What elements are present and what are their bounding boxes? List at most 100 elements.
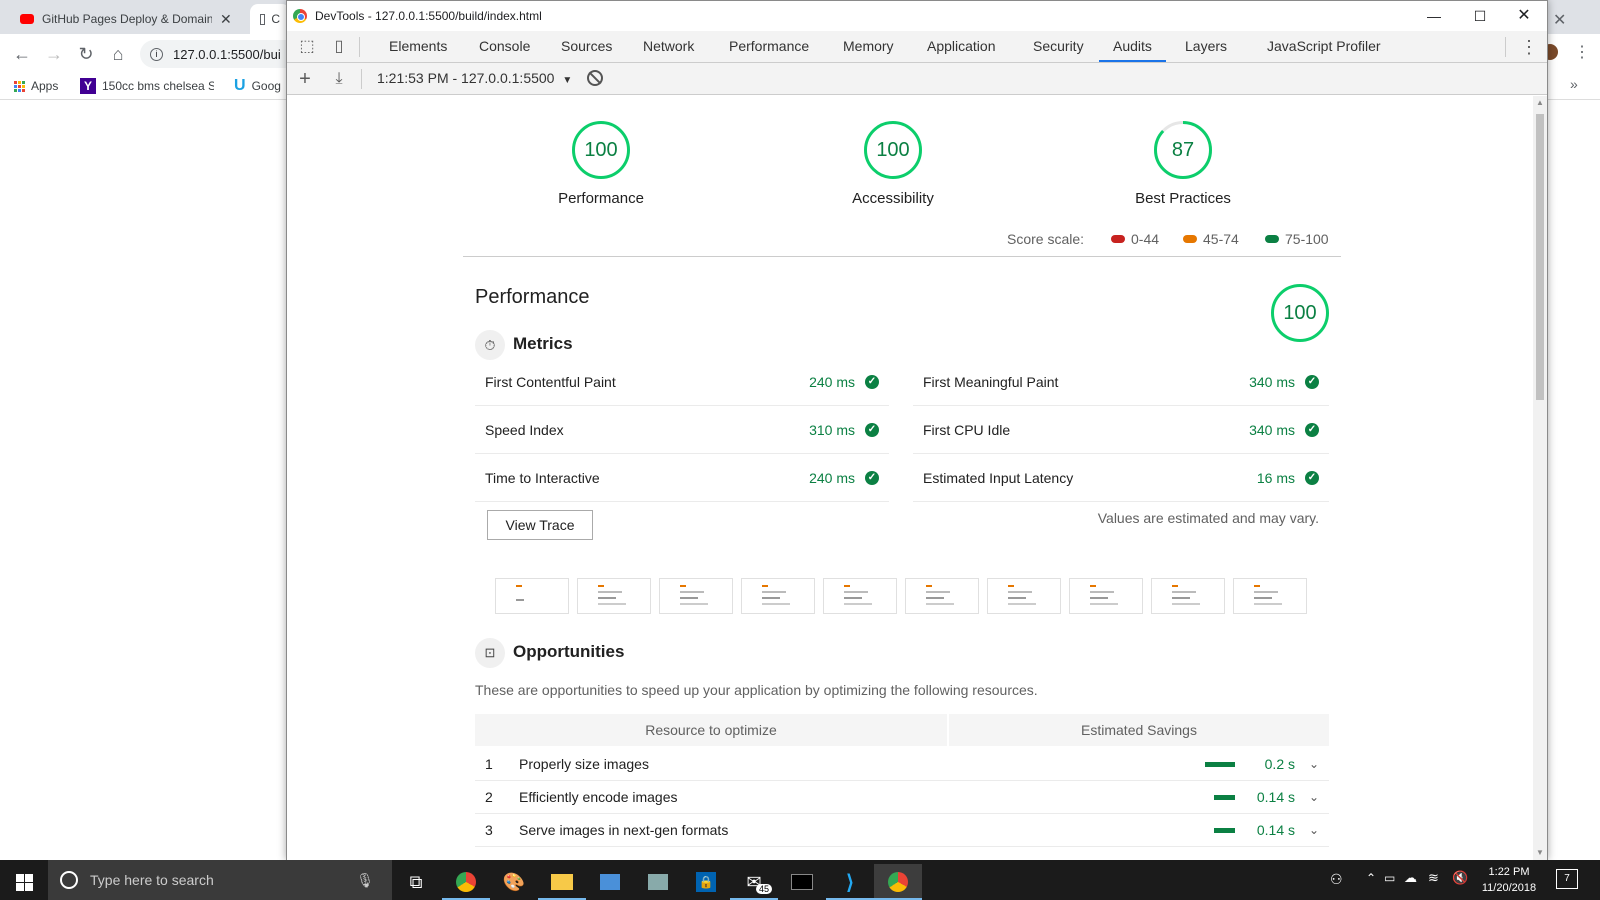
chrome-devtools-taskbar-icon[interactable]	[874, 864, 922, 900]
home-icon[interactable]: ⌂	[106, 42, 130, 66]
battery-icon[interactable]: ▭	[1384, 871, 1395, 885]
estimate-note: Values are estimated and may vary.	[1097, 510, 1319, 526]
inspect-element-icon[interactable]: ⬚	[295, 35, 319, 59]
people-icon[interactable]: ⚇	[1330, 871, 1343, 888]
close-icon[interactable]: ✕	[220, 11, 232, 28]
reload-icon[interactable]: ↻	[74, 42, 98, 66]
metric-name: First Contentful Paint	[485, 373, 616, 390]
vscode-taskbar-icon[interactable]: ⟩	[826, 864, 874, 900]
tab-network[interactable]: Network	[641, 31, 696, 62]
opportunity-name: Serve images in next-gen formats	[519, 822, 729, 838]
tab-javascript-profiler[interactable]: JavaScript Profiler	[1265, 31, 1383, 62]
file-explorer-icon[interactable]	[538, 864, 586, 900]
back-icon[interactable]: ←	[10, 42, 34, 66]
opportunity-row[interactable]: 2 Efficiently encode images 0.14 s ⌄	[475, 781, 1329, 814]
volume-muted-icon[interactable]: 🔇	[1452, 870, 1468, 886]
terminal-taskbar-icon[interactable]	[778, 864, 826, 900]
audits-toolbar: + ⤓ 1:21:53 PM - 127.0.0.1:5500 ▼	[287, 63, 1547, 95]
filmstrip-frame	[1151, 578, 1225, 614]
mail-badge: 45	[755, 884, 772, 894]
scroll-down-icon[interactable]: ▼	[1536, 848, 1544, 857]
close-window-icon[interactable]: ✕	[1501, 1, 1547, 31]
task-view-icon[interactable]: ⧉	[392, 864, 440, 900]
search-placeholder: Type here to search	[90, 872, 214, 888]
photos-taskbar-icon[interactable]	[634, 864, 682, 900]
address-bar[interactable]: i 127.0.0.1:5500/bui	[140, 40, 300, 68]
tab-memory[interactable]: Memory	[841, 31, 896, 62]
filmstrip-frame	[987, 578, 1061, 614]
best-practices-gauge[interactable]: 87	[1154, 121, 1212, 179]
download-icon[interactable]: ⤓	[327, 67, 351, 91]
opportunity-name: Efficiently encode images	[519, 789, 678, 805]
clock[interactable]: 1:22 PM 11/20/2018	[1474, 864, 1544, 896]
chrome-taskbar-icon[interactable]	[442, 864, 490, 900]
fail-dot-icon	[1111, 235, 1125, 243]
opportunity-row[interactable]: 3 Serve images in next-gen formats 0.14 s ⌄	[475, 814, 1329, 847]
devtools-titlebar: DevTools - 127.0.0.1:5500/build/index.ht…	[287, 1, 1547, 31]
tab-security[interactable]: Security	[1031, 31, 1086, 62]
clear-icon[interactable]	[587, 70, 603, 86]
tab-sources[interactable]: Sources	[559, 31, 614, 62]
scroll-up-icon[interactable]: ▲	[1536, 98, 1544, 107]
notification-center-icon[interactable]: 7	[1556, 869, 1578, 889]
mail-taskbar-icon[interactable]: ✉ 45	[730, 864, 778, 900]
tab-performance[interactable]: Performance	[727, 31, 811, 62]
store-lock-icon[interactable]: 🔒	[682, 864, 730, 900]
bookmarks-overflow[interactable]: »	[1570, 76, 1578, 92]
stopwatch-icon: ⏱	[475, 330, 505, 360]
chevron-down-icon[interactable]: ⌄	[1309, 790, 1319, 804]
windows-start-icon[interactable]	[0, 864, 48, 900]
tab-elements[interactable]: Elements	[387, 31, 449, 62]
section-title: Performance	[475, 286, 590, 308]
opportunity-number: 1	[485, 756, 493, 772]
maximize-icon[interactable]: ☐	[1457, 1, 1503, 31]
metric-row: First Contentful Paint 240 ms ✓	[475, 358, 889, 406]
gauge-value: 100	[876, 138, 910, 161]
metric-name: Estimated Input Latency	[923, 469, 1074, 486]
app-taskbar-icon[interactable]	[586, 864, 634, 900]
tab-layers[interactable]: Layers	[1183, 31, 1229, 62]
toolbar-divider	[1505, 37, 1506, 57]
metric-row: Time to Interactive 240 ms ✓	[475, 454, 889, 502]
bookmark-google[interactable]: U Goog	[234, 76, 281, 96]
bookmark-yahoo[interactable]: Y 150cc bms chelsea Sc	[80, 76, 214, 96]
chevron-down-icon[interactable]: ⌄	[1309, 823, 1319, 837]
gauge-label: Best Practices	[1135, 190, 1231, 207]
add-audit-icon[interactable]: +	[293, 67, 317, 91]
metric-name: Speed Index	[485, 421, 564, 438]
tab-audits[interactable]: Audits	[1099, 31, 1166, 62]
report-scrollbar[interactable]: ▲ ▼	[1533, 96, 1547, 860]
tab-application[interactable]: Application	[925, 31, 998, 62]
microphone-icon[interactable]: 🎙	[356, 872, 374, 889]
filmstrip-frame	[823, 578, 897, 614]
view-trace-button[interactable]: View Trace	[487, 510, 593, 540]
section-divider	[463, 256, 1341, 257]
metric-name: First Meaningful Paint	[923, 373, 1059, 390]
info-icon: i	[150, 47, 163, 61]
gauge-label: Performance	[558, 190, 644, 207]
wifi-icon[interactable]: ≋	[1428, 870, 1439, 886]
device-toolbar-icon[interactable]: ▯	[327, 35, 351, 59]
browser-menu-icon[interactable]: ⋮	[1574, 42, 1590, 62]
browser-tab-github[interactable]: GitHub Pages Deploy & Domain ✕	[10, 4, 246, 34]
taskbar-search-box[interactable]: Type here to search 🎙	[48, 860, 392, 900]
onedrive-icon[interactable]: ☁	[1404, 870, 1417, 886]
tab-console[interactable]: Console	[477, 31, 532, 62]
more-options-icon[interactable]: ⋮	[1517, 35, 1541, 59]
opportunity-row[interactable]: 1 Properly size images 0.2 s ⌄	[475, 748, 1329, 781]
chevron-down-icon[interactable]: ⌄	[1309, 757, 1319, 771]
browser-close-tab-icon[interactable]: ✕	[1553, 10, 1566, 30]
minimize-icon[interactable]: —	[1411, 1, 1457, 31]
scrollbar-thumb[interactable]	[1536, 114, 1544, 400]
savings-value: 0.14 s	[1256, 789, 1295, 805]
paint-taskbar-icon[interactable]: 🎨	[490, 864, 538, 900]
forward-icon[interactable]: →	[42, 42, 66, 66]
tray-chevron-up-icon[interactable]: ⌃	[1366, 871, 1376, 885]
accessibility-gauge[interactable]: 100	[864, 121, 922, 179]
savings-value: 0.2 s	[1264, 756, 1295, 772]
browser-tab-current[interactable]: C	[250, 4, 290, 34]
bookmark-apps[interactable]: Apps	[14, 76, 58, 96]
report-select[interactable]: 1:21:53 PM - 127.0.0.1:5500 ▼	[377, 70, 572, 86]
windows-taskbar: Type here to search 🎙 ⧉ 🎨 🔒 ✉ 45 ⟩ ⚇ ⌃ ▭…	[0, 860, 1600, 900]
performance-gauge[interactable]: 100	[572, 121, 630, 179]
